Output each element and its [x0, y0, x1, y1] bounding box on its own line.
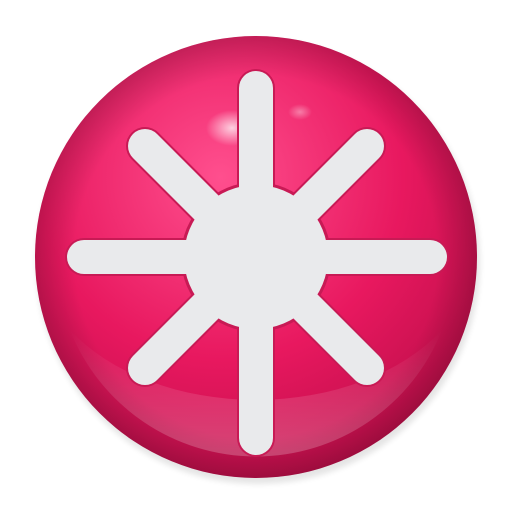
sunburst-asterisk-icon[interactable]: [0, 0, 512, 512]
app-icon-canvas: [0, 0, 512, 512]
center-disc: [184, 185, 328, 329]
sphere-gloss-highlight-small: [288, 104, 312, 120]
